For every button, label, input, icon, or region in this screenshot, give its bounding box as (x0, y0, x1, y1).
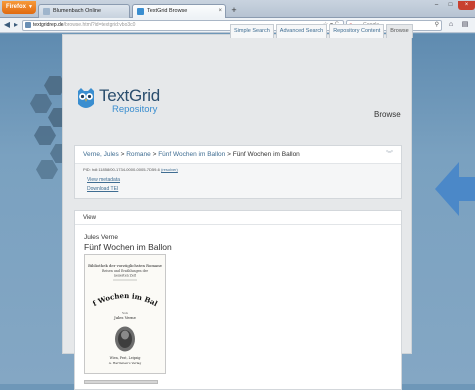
pid-value: PID: hdl:11858/00-1734-0000-0005-7D59-6 (83, 167, 160, 172)
search-icon[interactable]: ⚲ (435, 21, 439, 30)
firefox-menu-label: Firefox (6, 4, 27, 10)
forward-arrow-icon[interactable]: ▸ (11, 20, 21, 30)
breadcrumb-separator: > (120, 151, 125, 158)
work-title: Fünf Wochen im Ballon (84, 242, 172, 252)
scan-line: Reisen und Erzählungen der (102, 269, 149, 273)
resolver-link[interactable]: (resolver) (161, 167, 178, 172)
close-window-button[interactable]: × (458, 1, 475, 10)
tab-browse[interactable]: Browse (386, 24, 413, 38)
tab-advanced-search[interactable]: Advanced Search (275, 24, 328, 38)
logo-title: TextGrid (99, 86, 160, 105)
breadcrumb: Verne, Jules > Romane > Fünf Wochen im B… (75, 146, 401, 164)
view-metadata-link[interactable]: View metadata (87, 177, 120, 183)
left-arrow-icon (435, 162, 475, 216)
logo-subtitle: Repository (112, 104, 158, 115)
hexagon-decoration (30, 94, 52, 113)
browser-tab-bar: Firefox ▼ Blumenbach Online TextGrid Brow… (0, 0, 475, 18)
page-title: Browse (374, 110, 401, 119)
breadcrumb-separator: > (227, 151, 231, 158)
top-navigation: Simple Search Advanced Search Repository… (230, 24, 413, 38)
view-panel-header: View (75, 211, 401, 225)
url-host: textgridrep.de (33, 22, 64, 28)
breadcrumb-panel: Verne, Jules > Romane > Fünf Wochen im B… (74, 145, 402, 199)
scan-line: A. Hartleben's Verlag (108, 361, 142, 365)
hexagon-decoration (36, 160, 58, 179)
tab-title: Blumenbach Online (53, 8, 102, 14)
hexagon-decoration (34, 126, 56, 145)
url-path: /browse.html?id=textgrid:vbo3c0 (63, 22, 136, 28)
book-title-page-scan[interactable]: Bibliothek der vorzüglichsten Romane Rei… (82, 248, 166, 374)
owl-logo-icon (78, 88, 94, 108)
maximize-window-button[interactable]: □ (444, 1, 457, 10)
minimize-window-button[interactable]: – (430, 1, 443, 10)
page-favicon-icon (43, 8, 50, 15)
tab-simple-search[interactable]: Simple Search (230, 24, 274, 38)
new-tab-button[interactable]: + (228, 5, 240, 16)
next-scan-thumbnail[interactable] (84, 380, 158, 384)
breadcrumb-genre-link[interactable]: Romane (126, 151, 151, 158)
textgrid-logo[interactable]: TextGrid Repository (76, 86, 176, 118)
breadcrumb-edition-link[interactable]: Fünf Wochen im Ballon (158, 151, 225, 158)
download-tei-link[interactable]: Download TEI (87, 186, 118, 192)
details-panel-body: PID: hdl:11858/00-1734-0000-0005-7D59-6 … (75, 164, 401, 198)
site-identity-icon (25, 22, 31, 28)
tab-title: TextGrid Browse (147, 8, 188, 14)
home-icon[interactable]: ⌂ (446, 20, 456, 30)
browser-tab-textgrid[interactable]: TextGrid Browse × (132, 4, 226, 18)
close-tab-icon[interactable]: × (218, 5, 222, 18)
chevron-down-icon: ▼ (28, 4, 33, 10)
tab-repository-content[interactable]: Repository Content (329, 24, 385, 38)
scan-line: neuesten Zeit (114, 274, 137, 278)
collapse-toggle-icon[interactable]: ︾ (386, 151, 393, 158)
scan-line: Jules Verne (113, 315, 136, 320)
breadcrumb-separator: > (152, 151, 157, 158)
scan-line: Bibliothek der vorzüglichsten Romane (88, 263, 163, 268)
firefox-menu-button[interactable]: Firefox ▼ (2, 1, 36, 14)
scan-line: Wien, Pest, Leipzig (110, 356, 141, 360)
book-scan-image: Bibliothek der vorzüglichsten Romane Rei… (82, 248, 165, 373)
pid-text: PID: hdl:11858/00-1734-0000-0005-7D59-6 … (83, 167, 178, 172)
browser-tab-blumenbach[interactable]: Blumenbach Online (38, 4, 130, 18)
textgrid-favicon-icon (137, 8, 144, 15)
bookmarks-menu-icon[interactable]: ▤ (460, 20, 470, 30)
work-author: Jules Verne (84, 234, 118, 241)
breadcrumb-current: Fünf Wochen im Ballon (232, 151, 300, 158)
breadcrumb-author-link[interactable]: Verne, Jules (83, 151, 119, 158)
